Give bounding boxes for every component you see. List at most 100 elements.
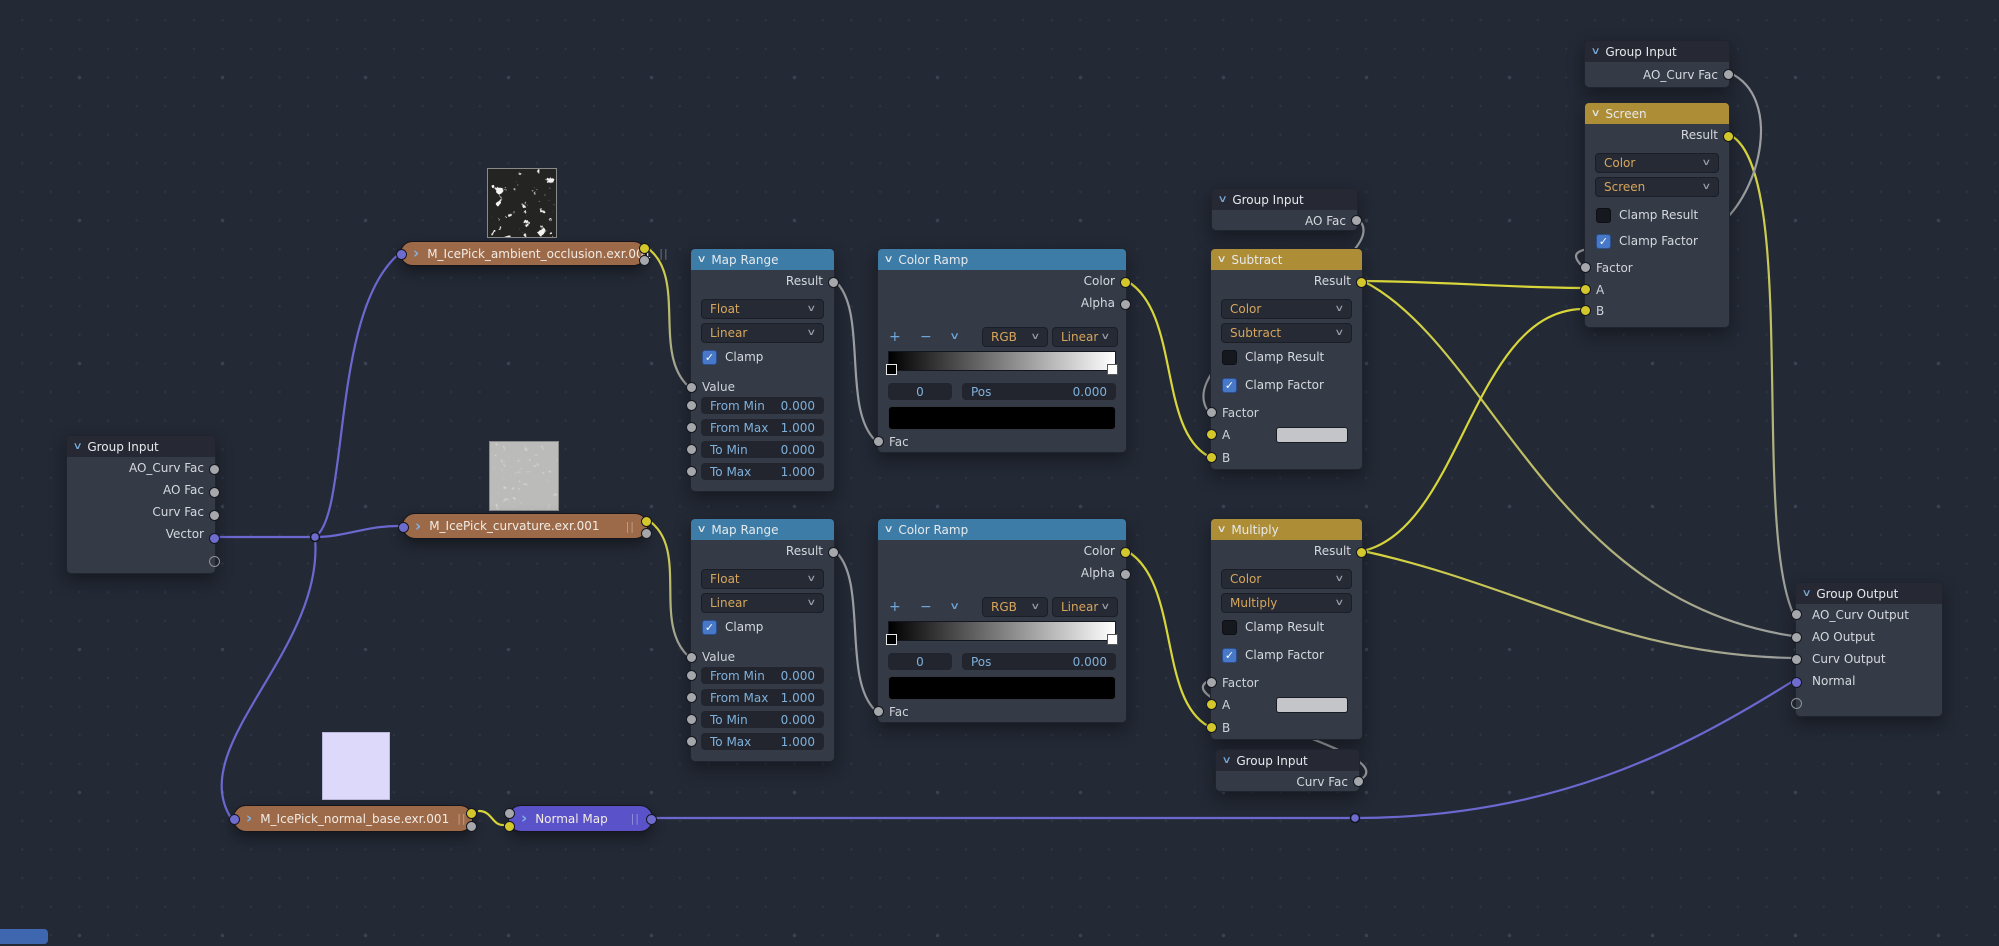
socket-to-min-input[interactable] bbox=[686, 444, 697, 455]
socket-color-output[interactable] bbox=[466, 808, 477, 819]
socket-alpha-output[interactable] bbox=[466, 821, 477, 832]
interpolation-dropdown[interactable]: Linear∨ bbox=[701, 323, 824, 343]
node-header[interactable]: ∨ Group Output bbox=[1796, 583, 1942, 604]
mix-type-dropdown[interactable]: Color∨ bbox=[1221, 299, 1352, 319]
chevron-down-icon[interactable]: ∨ bbox=[884, 255, 894, 265]
socket-virtual[interactable] bbox=[1791, 698, 1802, 709]
socket-factor-input[interactable] bbox=[1580, 262, 1591, 273]
socket-virtual[interactable] bbox=[209, 556, 220, 567]
node-header[interactable]: ∨ Group Input bbox=[67, 436, 215, 457]
stop-index-field[interactable]: 0 bbox=[888, 653, 952, 670]
socket-ao-curv-fac-output[interactable] bbox=[1723, 69, 1734, 80]
node-header[interactable]: ∨ Color Ramp bbox=[878, 249, 1126, 270]
node-group-input-curv-fac[interactable]: ∨ Group Input Curv Fac bbox=[1215, 749, 1360, 792]
chevron-down-icon[interactable]: ∨ bbox=[1218, 195, 1228, 205]
clamp-result-checkbox[interactable] bbox=[1222, 620, 1237, 635]
chevron-down-icon[interactable]: ∨ bbox=[1217, 255, 1227, 265]
ramp-stop-white[interactable] bbox=[1107, 634, 1118, 645]
socket-result-output[interactable] bbox=[1723, 131, 1734, 142]
from-max-field[interactable]: From Max1.000 bbox=[701, 689, 824, 706]
node-header[interactable]: ∨ Map Range bbox=[691, 519, 834, 540]
socket-result-output[interactable] bbox=[1356, 547, 1367, 558]
socket-ao-fac-output[interactable] bbox=[209, 487, 220, 498]
socket-normal-input[interactable] bbox=[1791, 677, 1802, 688]
reroute-node[interactable] bbox=[311, 533, 320, 542]
chevron-down-icon[interactable]: ∨ bbox=[884, 525, 894, 535]
to-max-field[interactable]: To Max1.000 bbox=[701, 733, 824, 750]
reroute-node[interactable] bbox=[1351, 814, 1360, 823]
mix-type-dropdown[interactable]: Color∨ bbox=[1221, 569, 1352, 589]
node-group-input-left[interactable]: ∨ Group Input AO_Curv Fac AO Fac Curv Fa… bbox=[66, 435, 216, 574]
clamp-result-checkbox[interactable] bbox=[1596, 208, 1611, 223]
add-stop-icon[interactable]: + bbox=[889, 599, 901, 615]
chevron-down-icon[interactable]: ∨ bbox=[1217, 525, 1227, 535]
horizontal-scrollbar[interactable] bbox=[0, 929, 48, 944]
a-color-swatch[interactable] bbox=[1276, 697, 1348, 713]
node-header[interactable]: ∨ Group Input bbox=[1212, 189, 1357, 210]
socket-value-input[interactable] bbox=[686, 652, 697, 663]
socket-factor-input[interactable] bbox=[1206, 407, 1217, 418]
socket-ao-curv-output-input[interactable] bbox=[1791, 609, 1802, 620]
chevron-down-icon[interactable]: ∨ bbox=[1802, 589, 1812, 599]
from-min-field[interactable]: From Min0.000 bbox=[701, 397, 824, 414]
node-group-input-top[interactable]: ∨ Group Input AO_Curv Fac bbox=[1584, 40, 1730, 88]
socket-from-max-input[interactable] bbox=[686, 692, 697, 703]
clamp-checkbox[interactable]: ✓ bbox=[702, 620, 717, 635]
node-map-range-2[interactable]: ∨ Map Range Result Float∨ Linear∨ ✓ Clam… bbox=[690, 518, 835, 762]
socket-alpha-output[interactable] bbox=[641, 528, 652, 539]
data-type-dropdown[interactable]: Float∨ bbox=[701, 569, 824, 589]
socket-vector-input[interactable] bbox=[396, 249, 407, 260]
socket-color-input[interactable] bbox=[504, 821, 515, 832]
socket-result-output[interactable] bbox=[828, 547, 839, 558]
node-color-ramp-2[interactable]: ∨ Color Ramp Color Alpha + − ∨ RGB∨ Line… bbox=[877, 518, 1127, 723]
socket-a-input[interactable] bbox=[1206, 699, 1217, 710]
socket-curv-fac-output[interactable] bbox=[1353, 776, 1364, 787]
node-group-output[interactable]: ∨ Group Output AO_Curv Output AO Output … bbox=[1795, 582, 1943, 717]
socket-color-output[interactable] bbox=[1120, 277, 1131, 288]
node-mix-subtract[interactable]: ∨ Subtract Result Color∨ Subtract∨ Clamp… bbox=[1210, 248, 1363, 470]
node-header[interactable]: ∨ Group Input bbox=[1216, 750, 1359, 771]
socket-vector-output[interactable] bbox=[209, 533, 220, 544]
socket-a-input[interactable] bbox=[1206, 429, 1217, 440]
ramp-options-icon[interactable]: ∨ bbox=[949, 331, 960, 342]
interpolation-dropdown[interactable]: Linear∨ bbox=[701, 593, 824, 613]
node-header[interactable]: ∨ Map Range bbox=[691, 249, 834, 270]
socket-ao-output-input[interactable] bbox=[1791, 632, 1802, 643]
color-ramp-gradient[interactable] bbox=[888, 351, 1116, 371]
stop-color-swatch[interactable] bbox=[888, 676, 1116, 700]
color-mode-dropdown[interactable]: RGB∨ bbox=[982, 597, 1048, 617]
socket-from-min-input[interactable] bbox=[686, 670, 697, 681]
clamp-factor-checkbox[interactable]: ✓ bbox=[1596, 234, 1611, 249]
socket-normal-output[interactable] bbox=[646, 814, 657, 825]
node-mix-screen[interactable]: ∨ Screen Result Color∨ Screen∨ Clamp Res… bbox=[1584, 102, 1730, 328]
to-min-field[interactable]: To Min0.000 bbox=[701, 441, 824, 458]
chevron-down-icon[interactable]: ∨ bbox=[1591, 47, 1601, 57]
from-min-field[interactable]: From Min0.000 bbox=[701, 667, 824, 684]
node-header[interactable]: ∨ Group Input bbox=[1585, 41, 1729, 62]
node-header[interactable]: ∨ Color Ramp bbox=[878, 519, 1126, 540]
node-header[interactable]: ∨ Multiply bbox=[1211, 519, 1362, 540]
socket-value-input[interactable] bbox=[686, 382, 697, 393]
chevron-down-icon[interactable]: ∨ bbox=[1222, 756, 1232, 766]
socket-b-input[interactable] bbox=[1580, 305, 1591, 316]
ramp-interpolation-dropdown[interactable]: Linear∨ bbox=[1052, 597, 1118, 617]
node-normal-map[interactable]: › Normal Map || bbox=[508, 805, 653, 832]
ramp-stop-black[interactable] bbox=[886, 634, 897, 645]
node-graph-canvas[interactable]: { "editor": { "background": "#232935", "… bbox=[0, 0, 1999, 946]
node-image-texture-ao[interactable]: › M_IcePick_ambient_occlusion.exr.001 || bbox=[400, 241, 646, 266]
chevron-right-icon[interactable]: › bbox=[246, 811, 252, 826]
chevron-right-icon[interactable]: › bbox=[415, 519, 421, 534]
node-image-texture-normal[interactable]: › M_IcePick_normal_base.exr.001 || bbox=[233, 805, 473, 832]
socket-to-max-input[interactable] bbox=[686, 466, 697, 477]
socket-ao-curv-fac-output[interactable] bbox=[209, 464, 220, 475]
socket-alpha-output[interactable] bbox=[1120, 569, 1131, 580]
data-type-dropdown[interactable]: Float∨ bbox=[701, 299, 824, 319]
socket-color-output[interactable] bbox=[639, 243, 650, 254]
remove-stop-icon[interactable]: − bbox=[920, 599, 932, 615]
clamp-result-checkbox[interactable] bbox=[1222, 350, 1237, 365]
socket-b-input[interactable] bbox=[1206, 722, 1217, 733]
to-max-field[interactable]: To Max1.000 bbox=[701, 463, 824, 480]
stop-position-field[interactable]: Pos0.000 bbox=[962, 653, 1116, 670]
mix-type-dropdown[interactable]: Color∨ bbox=[1595, 153, 1719, 173]
socket-curv-output-input[interactable] bbox=[1791, 654, 1802, 665]
